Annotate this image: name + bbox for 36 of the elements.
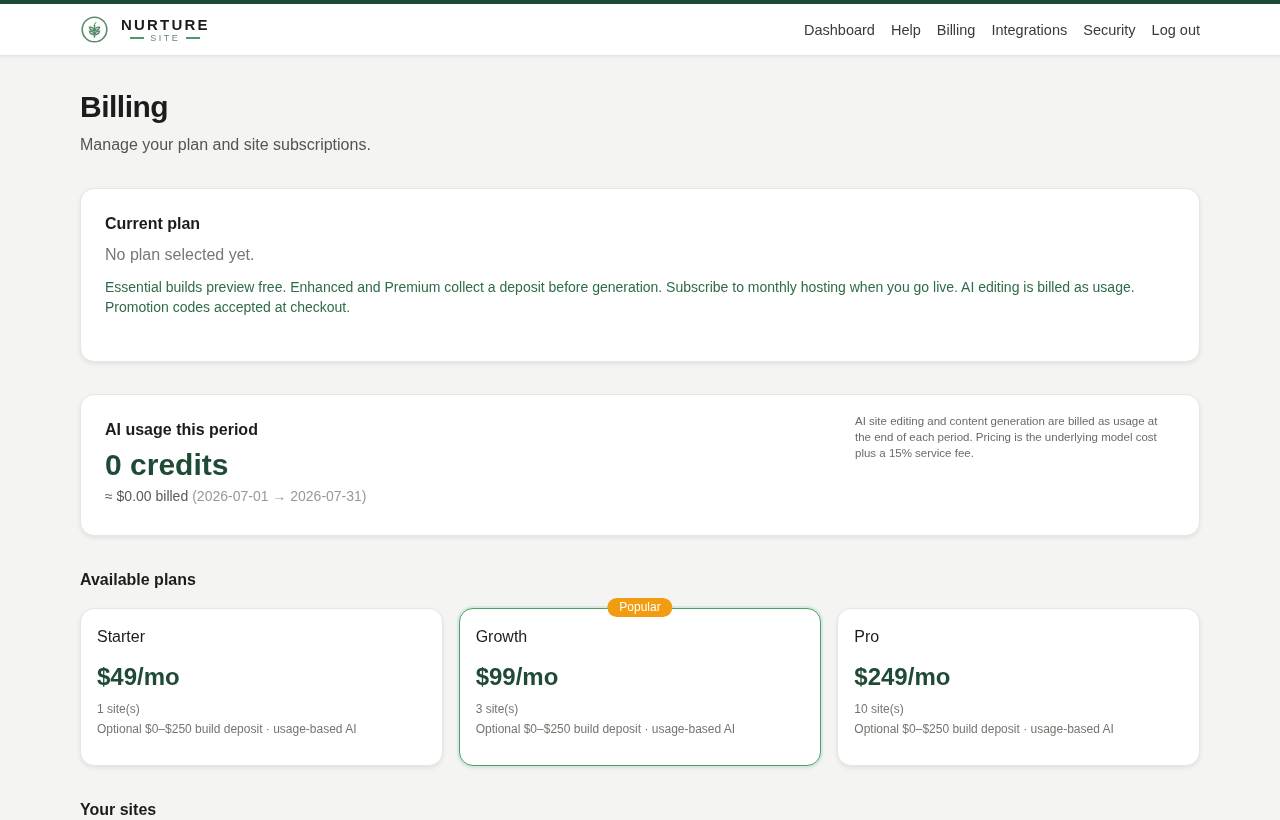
logo-tagline: SITE xyxy=(150,33,181,43)
page-title: Billing xyxy=(80,89,170,125)
nav-link[interactable]: Billing xyxy=(936,21,976,38)
plan-status: No plan selected yet. xyxy=(105,245,256,265)
nav-link[interactable]: Dashboard xyxy=(804,21,875,38)
nav-link[interactable]: Integrations xyxy=(991,21,1068,38)
plan-sites: 3 site(s) xyxy=(475,701,520,717)
plan-sites: 1 site(s) xyxy=(97,701,141,717)
card-title: AI usage this period xyxy=(105,420,259,440)
nav-link[interactable]: Help xyxy=(890,21,921,38)
plan-note: Essential builds preview free. Enhanced and Premium collect a deposit before generation. Subscribe to monthly hosting when you go live. AI editing is billed as usage. Promotion codes accepted at checkout. xyxy=(105,278,1136,317)
plan-details: Optional $0–$250 build deposit · usage-based AI xyxy=(854,721,1115,737)
sprout-logo-icon xyxy=(81,16,108,43)
plan-card[interactable]: Starter $49/mo 1 site(s) Optional $0–$250 build deposit · usage-based AI xyxy=(80,608,443,766)
billed-amount: ≈ $0.00 billed xyxy=(105,487,189,505)
usage-note: AI site editing and content generation are billed as usage at the end of each period. Pricing is the underlying model cost plus a 15% service fee. xyxy=(855,414,1159,461)
plan-price: $49/mo xyxy=(97,662,181,692)
nav-link[interactable]: Security xyxy=(1083,21,1136,38)
section-title: Available plans xyxy=(80,570,197,590)
logo-wordmark: NURTURE xyxy=(121,16,210,32)
plan-card[interactable]: Pro $249/mo 10 site(s) Optional $0–$250 build deposit · usage-based AI xyxy=(837,608,1200,766)
plan-name: Starter xyxy=(97,627,146,647)
plan-price: $249/mo xyxy=(854,662,952,692)
card-title: Current plan xyxy=(105,214,202,234)
plan-price: $99/mo xyxy=(475,662,560,692)
plan-name: Growth xyxy=(475,627,529,647)
plan-details: Optional $0–$250 build deposit · usage-based AI xyxy=(97,721,358,737)
credits-amount: 0 credits xyxy=(105,447,230,483)
nav-link[interactable]: Log out xyxy=(1151,21,1200,38)
plan-name: Pro xyxy=(854,627,881,647)
billing-period: (2026-07-01 → 2026-07-31) xyxy=(192,487,367,505)
page-subtitle: Manage your plan and site subscriptions. xyxy=(80,135,372,155)
section-title: Your sites xyxy=(80,800,158,820)
plan-sites: 10 site(s) xyxy=(854,701,905,717)
popular-badge: Popular xyxy=(607,598,673,617)
plan-details: Optional $0–$250 build deposit · usage-based AI xyxy=(475,721,737,737)
